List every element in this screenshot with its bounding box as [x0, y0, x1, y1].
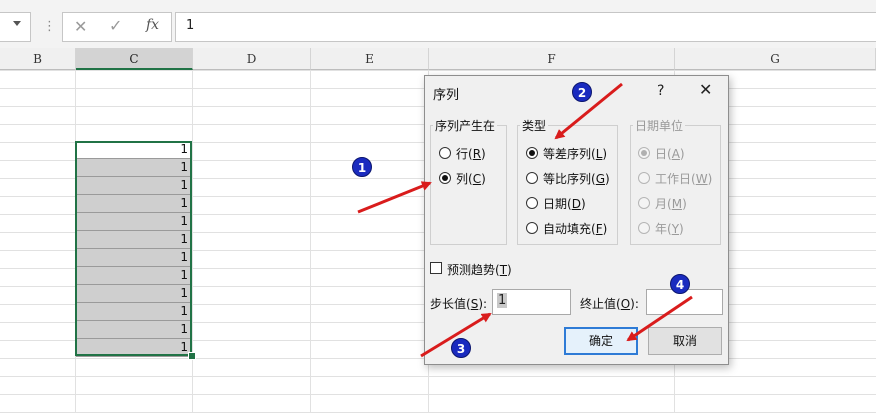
stop-label: 终止值(O): [580, 297, 639, 311]
cancel-icon[interactable]: ✕ [74, 17, 87, 36]
close-icon[interactable]: ✕ [699, 80, 712, 99]
radio-geometric[interactable] [526, 172, 538, 184]
column-header-b[interactable]: B [0, 48, 76, 70]
formula-value: 1 [186, 18, 195, 33]
radio-autofill-label[interactable]: 自动填充(F) [543, 220, 607, 237]
annotation-badge-2: 2 [572, 82, 592, 102]
grid-line [310, 70, 311, 413]
radio-date-label[interactable]: 日期(D) [543, 195, 586, 212]
column-header-d[interactable]: D [193, 48, 311, 70]
radio-day-label: 日(A) [655, 147, 685, 161]
radio-row[interactable] [439, 147, 451, 159]
radio-date[interactable] [526, 197, 538, 209]
radio-month-label: 月(M) [655, 197, 687, 211]
column-header-e[interactable]: E [311, 48, 429, 70]
fill-handle[interactable] [188, 352, 196, 360]
radio-year [638, 222, 650, 234]
radio-arithmetic[interactable] [526, 147, 538, 159]
radio-day [638, 147, 650, 159]
column-header-c[interactable]: C [76, 48, 193, 70]
step-value: 1 [497, 293, 508, 308]
name-box[interactable] [0, 12, 31, 42]
radio-autofill[interactable] [526, 222, 538, 234]
trend-label[interactable]: 预测趋势(T) [447, 261, 512, 278]
selection-range [75, 141, 192, 356]
annotation-badge-1: 1 [352, 157, 372, 177]
dialog-title: 序列 [433, 88, 460, 103]
radio-geometric-label[interactable]: 等比序列(G) [543, 170, 610, 187]
date-unit-label: 日期单位 [633, 117, 686, 134]
column-header-f[interactable]: F [429, 48, 675, 70]
radio-workday-label: 工作日(W) [655, 172, 713, 186]
annotation-badge-3: 3 [451, 338, 471, 358]
column-header-g[interactable]: G [675, 48, 876, 70]
ok-button[interactable]: 确定 [564, 327, 638, 355]
radio-column[interactable] [439, 172, 451, 184]
radio-workday [638, 172, 650, 184]
trend-checkbox[interactable] [430, 262, 442, 274]
insert-function-icon[interactable]: fx [146, 17, 159, 33]
grid-line [192, 70, 193, 413]
radio-month [638, 197, 650, 209]
radio-year-label: 年(Y) [655, 222, 684, 236]
annotation-badge-4: 4 [670, 274, 690, 294]
chevron-down-icon[interactable] [13, 21, 21, 26]
enter-check-icon[interactable]: ✓ [109, 16, 122, 35]
series-in-label: 序列产生在 [433, 117, 498, 134]
cancel-button[interactable]: 取消 [648, 327, 722, 355]
type-label: 类型 [520, 117, 549, 134]
formula-input[interactable] [175, 12, 876, 42]
drag-handle-icon[interactable]: ⋮ [43, 19, 56, 34]
step-label: 步长值(S): [430, 297, 488, 311]
radio-row-label[interactable]: 行(R) [456, 145, 486, 162]
radio-column-label[interactable]: 列(C) [456, 170, 486, 187]
radio-arithmetic-label[interactable]: 等差序列(L) [543, 145, 607, 162]
help-icon[interactable]: ? [657, 83, 664, 99]
